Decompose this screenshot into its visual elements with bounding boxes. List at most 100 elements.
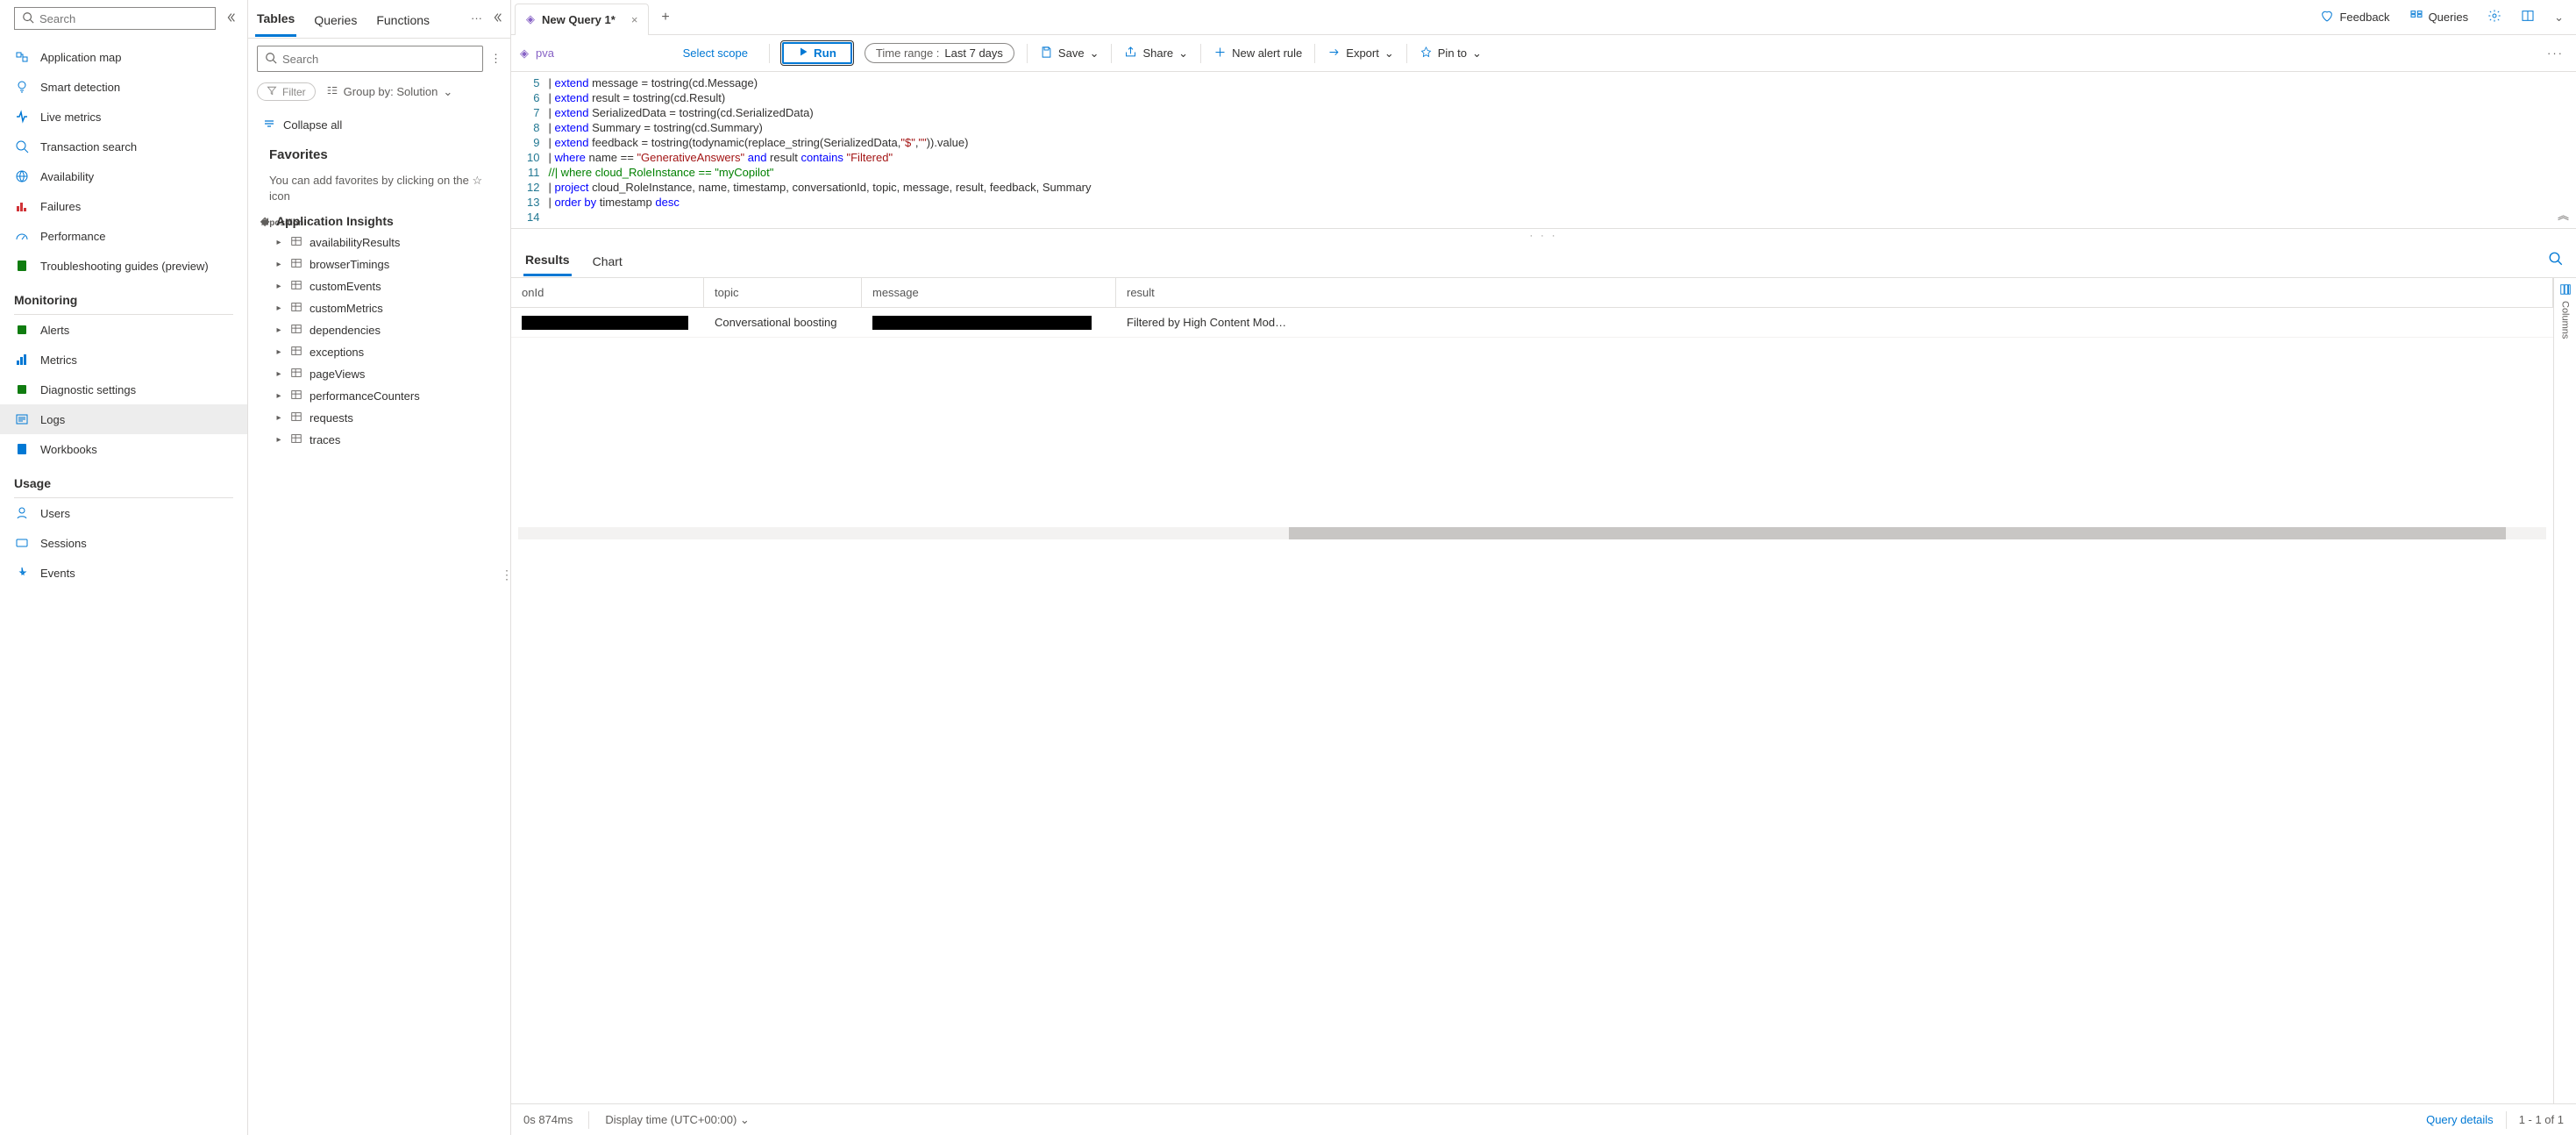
tree-item-exceptions[interactable]: ▸exceptions [248, 341, 510, 363]
sidebar-item-label: Performance [40, 230, 105, 243]
col-result[interactable]: result [1116, 278, 2553, 307]
close-tab-icon[interactable]: × [631, 13, 638, 26]
resize-handle[interactable]: · · · [511, 229, 2576, 243]
collapse-all-button[interactable]: Collapse all [248, 108, 510, 142]
groupby-icon [326, 84, 338, 99]
chevron-down-icon[interactable]: ⌄ [2554, 11, 2564, 25]
groupby-button[interactable]: Group by: Solution ⌄ [326, 84, 453, 99]
sidebar-item-failures[interactable]: Failures [0, 191, 247, 221]
feedback-button[interactable]: Feedback [2320, 9, 2389, 25]
search-icon [265, 52, 277, 67]
sidebar-item-performance[interactable]: Performance [0, 221, 247, 251]
save-button[interactable]: Save ⌄ [1040, 46, 1099, 61]
queries-button[interactable]: Queries [2409, 9, 2469, 25]
tree-item-label: availabilityResults [310, 236, 400, 249]
tables-search-input[interactable] [277, 53, 475, 66]
pin-button[interactable]: Pin to ⌄ [1420, 46, 1482, 61]
results-grid[interactable]: onId topic message result Conversational… [511, 278, 2553, 1103]
sidebar-item-transaction-search[interactable]: Transaction search [0, 132, 247, 161]
caret-right-icon: ▸ [274, 260, 283, 269]
col-topic[interactable]: topic [704, 278, 862, 307]
columns-panel-button[interactable]: Columns [2553, 278, 2576, 1103]
heart-icon [2320, 9, 2334, 25]
select-scope-link[interactable]: Select scope [683, 46, 748, 60]
results-tab[interactable]: Results [523, 244, 572, 276]
tree-item-dependencies[interactable]: ▸dependencies [248, 319, 510, 341]
chevron-down-icon: ⌄ [1090, 46, 1099, 61]
collapse-sidebar-icon[interactable] [224, 11, 237, 26]
export-button[interactable]: Export ⌄ [1327, 46, 1393, 61]
query-details-link[interactable]: Query details [2426, 1113, 2494, 1126]
sidebar-item-events[interactable]: Events [0, 558, 247, 588]
main-panel: ◈ New Query 1* × + Feedback Queries ⌄ [511, 0, 2576, 1135]
display-time-label: Display time (UTC+00:00) [605, 1113, 737, 1126]
chevron-down-icon: ⌄ [443, 85, 452, 99]
query-tab[interactable]: ◈ New Query 1* × [515, 4, 649, 35]
scope-value: pva [536, 46, 554, 60]
favorites-heading: Favorites [248, 142, 510, 168]
sidebar-item-logs[interactable]: Logs [0, 404, 247, 434]
sidebar-item-metrics[interactable]: Metrics [0, 345, 247, 375]
table-icon [290, 301, 302, 316]
tree-item-traces[interactable]: ▸traces [248, 429, 510, 451]
tree-item-availabilityResults[interactable]: ▸availabilityResults [248, 232, 510, 253]
display-time-button[interactable]: Display time (UTC+00:00) ⌄ [605, 1113, 749, 1127]
table-row[interactable]: Conversational boosting Filtered by High… [511, 308, 2553, 338]
sidebar-search-input[interactable] [34, 12, 208, 25]
sidebar-item-diagnostic-settings[interactable]: Diagnostic settings [0, 375, 247, 404]
columns-layout-icon[interactable] [2521, 9, 2535, 25]
tree-root-application-insights[interactable]: ◢ Application Insights [248, 211, 510, 232]
sidebar-item-users[interactable]: Users [0, 498, 247, 528]
sidebar-item-live-metrics[interactable]: Live metrics [0, 102, 247, 132]
sidebar-item-sessions[interactable]: Sessions [0, 528, 247, 558]
tree-item-customEvents[interactable]: ▸customEvents [248, 275, 510, 297]
tables-search[interactable] [257, 46, 483, 72]
sidebar-item-alerts[interactable]: Alerts [0, 315, 247, 345]
sidebar-item-workbooks[interactable]: Workbooks [0, 434, 247, 464]
col-message[interactable]: message [862, 278, 1116, 307]
settings-icon[interactable] [2487, 9, 2501, 25]
sidebar-item-label: Metrics [40, 353, 77, 367]
diag-icon [14, 382, 30, 397]
nav-section-usage: Usage [0, 464, 247, 492]
horizontal-scrollbar[interactable] [518, 527, 2546, 539]
bulb-icon [14, 79, 30, 95]
sidebar-item-availability[interactable]: Availability [0, 161, 247, 191]
sidebar-item-troubleshooting-guides-preview-[interactable]: Troubleshooting guides (preview) [0, 251, 247, 281]
sidebar-item-label: Transaction search [40, 140, 137, 153]
tree-item-performanceCounters[interactable]: ▸performanceCounters [248, 385, 510, 407]
tables-more-icon[interactable]: ⋮ [490, 52, 502, 66]
new-alert-button[interactable]: New alert rule [1213, 46, 1302, 61]
tree-item-label: requests [310, 411, 353, 425]
tree-item-browserTimings[interactable]: ▸browserTimings [248, 253, 510, 275]
sidebar-item-application-map[interactable]: Application map [0, 42, 247, 72]
tab-tables[interactable]: Tables [255, 1, 296, 37]
logs-icon [14, 411, 30, 427]
editor-collapse-icon[interactable]: ︽ [2558, 206, 2569, 223]
new-tab-button[interactable]: + [649, 10, 681, 25]
run-button[interactable]: Run [782, 42, 852, 64]
share-button[interactable]: Share ⌄ [1124, 46, 1188, 61]
col-conversation-id[interactable]: onId [511, 278, 704, 307]
tree-item-customMetrics[interactable]: ▸customMetrics [248, 297, 510, 319]
tree-item-label: exceptions [310, 346, 364, 359]
tree-item-pageViews[interactable]: ▸pageViews [248, 363, 510, 385]
sidebar-item-smart-detection[interactable]: Smart detection [0, 72, 247, 102]
editor-code[interactable]: | extend message = tostring(cd.Message)|… [548, 72, 2576, 228]
tab-queries[interactable]: Queries [312, 3, 359, 36]
tab-functions[interactable]: Functions [374, 3, 431, 36]
chart-tab[interactable]: Chart [591, 246, 624, 275]
tree-item-label: pageViews [310, 368, 365, 381]
tree-item-requests[interactable]: ▸requests [248, 407, 510, 429]
collapse-mid-icon[interactable] [491, 11, 503, 26]
filter-button[interactable]: Filter [257, 82, 316, 101]
time-range-button[interactable]: Time range : Last 7 days [865, 43, 1014, 63]
toolbar-more-icon[interactable]: ··· [2547, 46, 2567, 60]
more-icon[interactable]: ··· [471, 11, 482, 26]
results-search-icon[interactable] [2548, 251, 2564, 269]
gauge-icon [14, 228, 30, 244]
kql-editor[interactable]: 567891011121314 | extend message = tostr… [511, 72, 2576, 229]
scope-chip[interactable]: ◈ pva [520, 46, 554, 61]
filter-label: Filter [282, 86, 306, 98]
sidebar-search[interactable] [14, 7, 216, 30]
